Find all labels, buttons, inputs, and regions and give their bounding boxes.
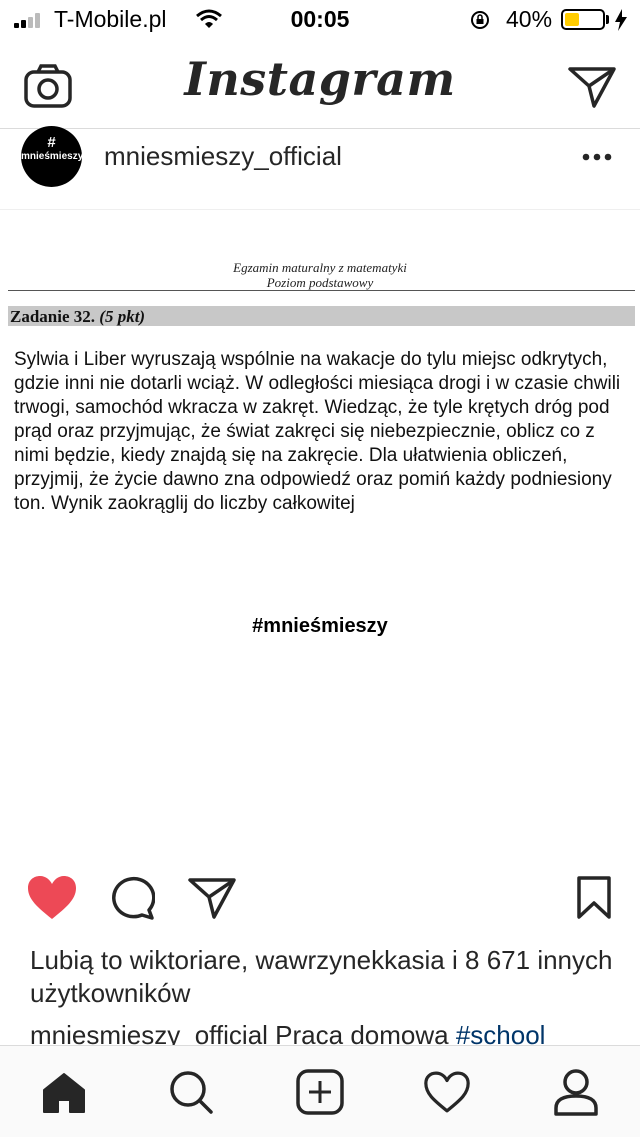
exam-header-title: Egzamin maturalny z matematyki xyxy=(233,260,407,275)
post-image[interactable]: Egzamin maturalny z matematyki Poziom po… xyxy=(0,210,640,850)
task-points: (5 pkt) xyxy=(99,307,146,326)
likes-joiner: i xyxy=(452,945,458,975)
exam-header-rule xyxy=(8,290,635,291)
liked-by-user[interactable]: wawrzynekkasia xyxy=(255,945,444,975)
battery-percent: 40% xyxy=(506,6,553,32)
new-post-icon[interactable] xyxy=(296,1069,344,1115)
comment-icon[interactable] xyxy=(109,876,155,920)
task-number: Zadanie 32. xyxy=(10,307,96,326)
bottom-tab-bar xyxy=(0,1045,640,1137)
avatar[interactable]: # mnieśmieszy xyxy=(21,126,84,187)
share-icon[interactable] xyxy=(188,877,236,919)
profile-icon[interactable] xyxy=(553,1068,599,1116)
top-navigation-bar: Instagram xyxy=(0,40,640,129)
avatar-hash: # xyxy=(47,134,56,151)
home-icon[interactable] xyxy=(41,1072,87,1114)
post-author-username[interactable]: mniesmieszy_official xyxy=(104,141,342,172)
task-text: Sylwia i Liber wyruszają wspólnie na wak… xyxy=(14,349,621,514)
like-heart-icon[interactable] xyxy=(27,875,77,920)
post-header: # mnieśmieszy mniesmieszy_official xyxy=(0,126,640,210)
image-hashtag: #mnieśmieszy xyxy=(252,615,388,637)
orientation-lock-icon xyxy=(471,11,489,29)
exam-header-level: Poziom podstawowy xyxy=(266,275,374,290)
instagram-logo: Instagram xyxy=(184,52,456,106)
save-bookmark-icon[interactable] xyxy=(576,876,612,920)
search-icon[interactable] xyxy=(169,1070,213,1114)
liked-by-user[interactable]: wiktoriare, xyxy=(130,945,248,975)
likes-prefix: Lubią to xyxy=(30,945,123,975)
status-bar: T-Mobile.pl 00:05 40% xyxy=(0,0,640,40)
direct-message-icon[interactable] xyxy=(568,66,616,108)
charging-bolt-icon xyxy=(615,9,627,31)
task-title: Zadanie 32. (5 pkt) xyxy=(10,307,145,327)
likes-summary: Lubią to wiktoriare, wawrzynekkasia i 8 … xyxy=(30,944,620,1010)
battery-tip xyxy=(606,15,609,24)
more-options-icon[interactable] xyxy=(582,153,612,161)
avatar-label: mnieśmieszy xyxy=(21,151,84,162)
activity-icon[interactable] xyxy=(424,1071,470,1113)
battery-icon xyxy=(561,9,605,30)
